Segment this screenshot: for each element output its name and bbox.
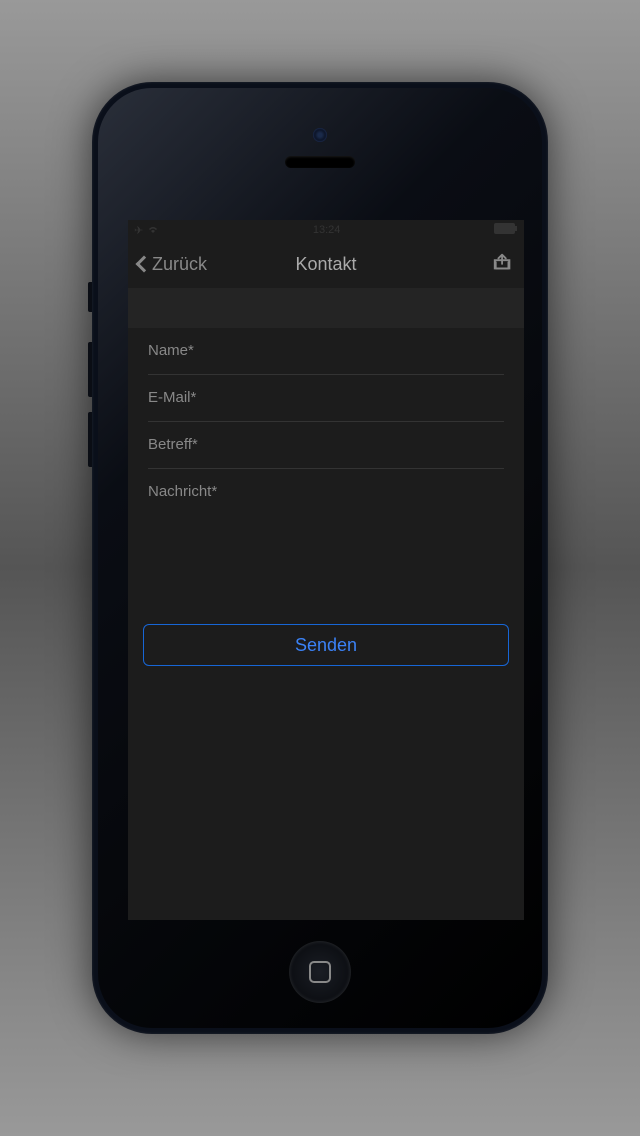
send-button-label: Senden xyxy=(295,635,357,656)
front-camera xyxy=(313,128,327,142)
navigation-bar: Zurück Kontakt xyxy=(128,240,524,288)
name-input[interactable] xyxy=(148,342,504,359)
toolbar-strip xyxy=(128,288,524,328)
share-icon xyxy=(492,251,514,278)
status-time: 13:24 xyxy=(313,224,341,236)
volume-up-button xyxy=(88,342,92,397)
volume-down-button xyxy=(88,412,92,467)
home-button[interactable] xyxy=(289,941,351,1003)
mute-switch xyxy=(88,282,92,312)
home-square-icon xyxy=(309,961,331,983)
message-input[interactable] xyxy=(148,483,504,593)
back-button[interactable]: Zurück xyxy=(138,254,218,275)
send-button[interactable]: Senden xyxy=(143,624,509,666)
screen: ✈ 13:24 Zurück Kontakt xyxy=(128,220,524,920)
page-title: Kontakt xyxy=(218,254,434,275)
status-bar: ✈ 13:24 xyxy=(128,220,524,240)
contact-form xyxy=(128,328,524,612)
email-input[interactable] xyxy=(148,389,504,406)
wifi-icon xyxy=(147,224,159,237)
phone-frame: ✈ 13:24 Zurück Kontakt xyxy=(92,82,548,1034)
name-field-row xyxy=(148,328,504,375)
email-field-row xyxy=(148,375,504,422)
airplane-mode-icon: ✈ xyxy=(134,224,143,237)
message-field-row xyxy=(148,469,504,612)
chevron-left-icon xyxy=(136,256,153,273)
subject-input[interactable] xyxy=(148,436,504,453)
earpiece-speaker xyxy=(285,156,355,168)
battery-icon xyxy=(494,223,518,237)
share-button[interactable] xyxy=(434,251,514,278)
subject-field-row xyxy=(148,422,504,469)
back-button-label: Zurück xyxy=(152,254,207,275)
